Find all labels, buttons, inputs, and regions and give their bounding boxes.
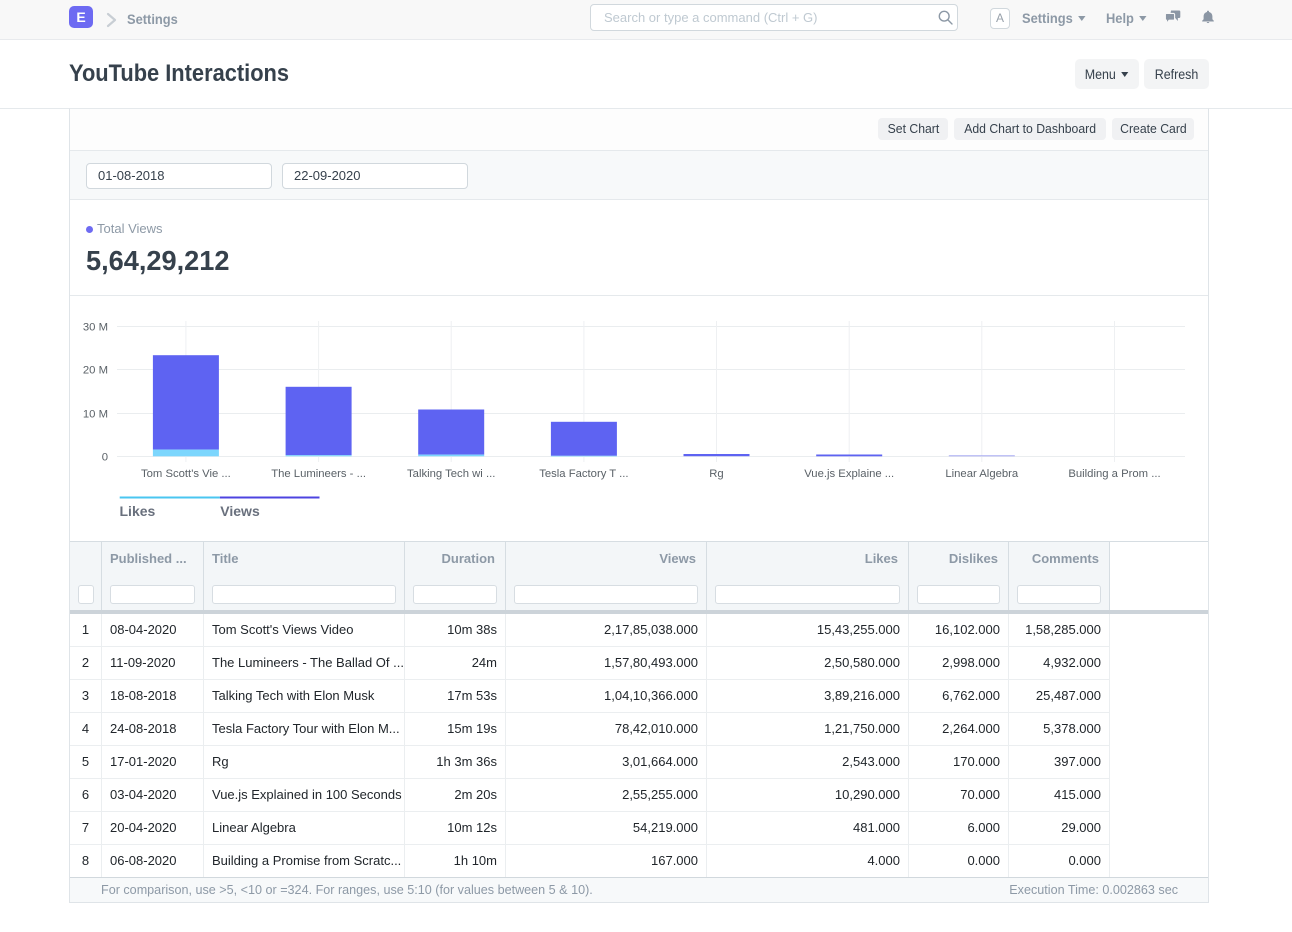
svg-text:Talking Tech wi ...: Talking Tech wi ...: [407, 468, 495, 480]
svg-text:Linear Algebra: Linear Algebra: [945, 468, 1019, 480]
svg-text:Views: Views: [220, 503, 260, 519]
svg-text:Tom Scott's Vie ...: Tom Scott's Vie ...: [141, 468, 231, 480]
svg-text:Rg: Rg: [709, 468, 723, 480]
svg-text:0: 0: [102, 452, 108, 464]
svg-text:20 M: 20 M: [83, 365, 108, 377]
svg-text:10 M: 10 M: [83, 409, 108, 421]
svg-text:Vue.js Explaine ...: Vue.js Explaine ...: [804, 468, 894, 480]
svg-text:30 M: 30 M: [83, 322, 108, 334]
svg-text:Tesla Factory T ...: Tesla Factory T ...: [539, 468, 628, 480]
svg-text:The Lumineers - ...: The Lumineers - ...: [271, 468, 366, 480]
svg-text:Likes: Likes: [120, 503, 156, 519]
svg-text:Building a Prom ...: Building a Prom ...: [1068, 468, 1160, 480]
